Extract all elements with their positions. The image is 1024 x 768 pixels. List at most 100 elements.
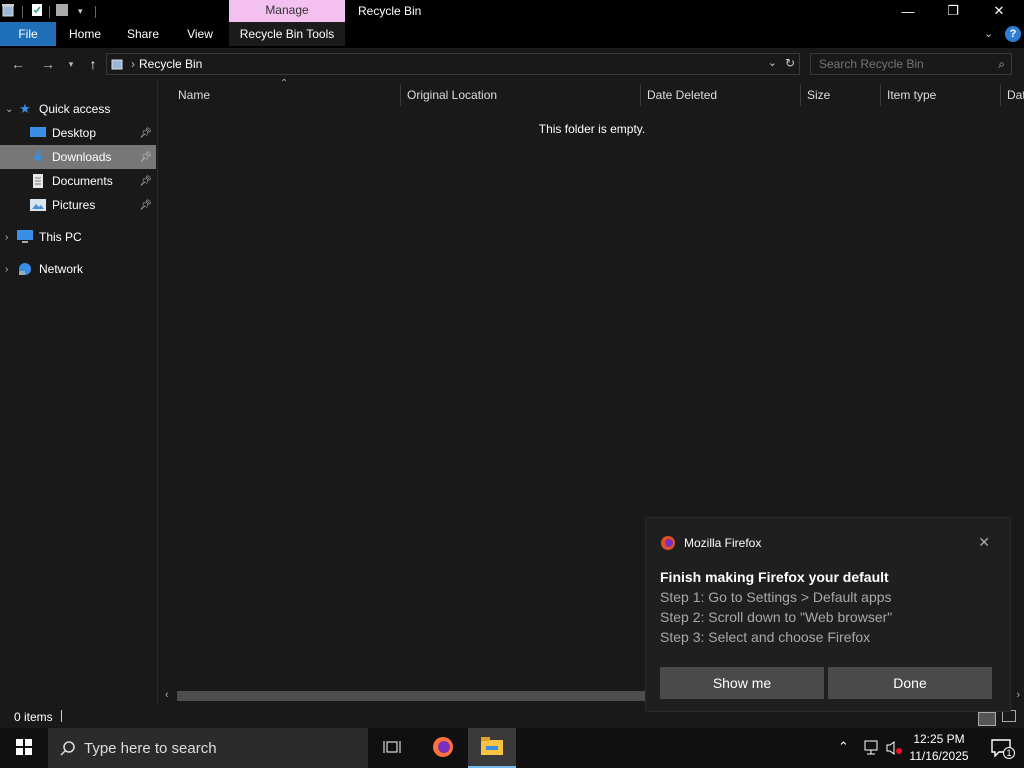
tab-recycle-bin-tools[interactable]: Recycle Bin Tools: [229, 22, 345, 46]
done-button[interactable]: Done: [828, 667, 992, 699]
nav-this-pc[interactable]: › This PC: [0, 225, 156, 249]
restore-icon: ❐: [947, 3, 959, 18]
navigation-pane: ⌄ ★ Quick access Desktop 📌︎ Downloads 📌︎…: [0, 80, 157, 704]
tab-manage[interactable]: Manage: [229, 0, 345, 22]
expand-ribbon-button[interactable]: ⌄: [984, 27, 993, 40]
nav-quick-access[interactable]: ⌄ ★ Quick access: [0, 97, 156, 121]
column-header-original-location[interactable]: Original Location: [407, 80, 639, 108]
up-button[interactable]: ↑: [83, 54, 103, 74]
customize-toolbar-icon[interactable]: ▾: [78, 6, 83, 17]
notification-step-3: Step 3: Select and choose Firefox: [660, 629, 871, 645]
clock-date: 11/16/2025: [909, 749, 969, 763]
desktop-icon: [30, 126, 46, 140]
chevron-down-icon: ▾: [68, 58, 74, 69]
clock-time: 12:25 PM: [913, 732, 965, 746]
action-center-button[interactable]: 1: [978, 728, 1024, 768]
notification-count-badge: 1: [1003, 747, 1015, 759]
firefox-icon: [660, 535, 676, 554]
tab-view[interactable]: View: [178, 22, 222, 46]
tab-file[interactable]: File: [0, 22, 56, 46]
forward-button[interactable]: →: [38, 54, 58, 74]
taskbar-firefox-button[interactable]: [422, 728, 464, 768]
address-toolbar: ← → ▾ ↑ › Recycle Bin ⌄ ↻ ⌕: [0, 48, 1024, 80]
pin-icon: 📌︎: [139, 175, 152, 187]
scroll-right-icon[interactable]: ›: [1016, 689, 1020, 701]
show-hidden-icons-icon[interactable]: ⌃: [838, 739, 849, 755]
column-header-date-deleted[interactable]: Date Deleted: [647, 80, 799, 108]
notification-close-button[interactable]: ✕: [978, 534, 990, 551]
search-icon: [60, 740, 76, 756]
taskbar: Type here to search ⌃ 12:25 PM 11/16/202…: [0, 728, 1024, 768]
column-header-size[interactable]: Size: [807, 80, 879, 108]
address-dropdown-icon[interactable]: ⌄: [768, 56, 777, 69]
notification-step-1: Step 1: Go to Settings > Default apps: [660, 589, 892, 605]
search-input[interactable]: [811, 54, 981, 74]
start-button[interactable]: [0, 728, 48, 768]
breadcrumb-recycle-bin[interactable]: Recycle Bin: [139, 57, 202, 71]
chevron-right-icon[interactable]: ›: [5, 232, 17, 243]
recent-locations-button[interactable]: ▾: [64, 54, 78, 74]
column-header-date[interactable]: Dat: [1007, 80, 1024, 108]
network-icon: [17, 262, 33, 276]
network-status-icon[interactable]: [862, 740, 880, 759]
close-button[interactable]: ✕: [976, 0, 1022, 22]
ribbon-tabs: File Home Share View Recycle Bin Tools ⌄…: [0, 22, 1024, 46]
taskbar-file-explorer-button[interactable]: [468, 728, 516, 768]
help-icon: ?: [1009, 28, 1017, 40]
tab-share[interactable]: Share: [120, 22, 166, 46]
details-view-icon[interactable]: [978, 712, 996, 726]
properties-icon[interactable]: [31, 3, 43, 20]
downloads-icon: [30, 150, 46, 164]
search-icon: ⌕: [998, 57, 1005, 71]
windows-icon: [16, 738, 32, 758]
new-folder-icon[interactable]: [56, 3, 68, 20]
nav-item-label: Desktop: [52, 126, 97, 140]
close-icon: ✕: [978, 534, 990, 550]
column-header-item-type[interactable]: Item type: [887, 80, 999, 108]
search-box[interactable]: ⌕: [810, 53, 1012, 75]
pictures-icon: [30, 198, 46, 212]
scrollbar-thumb[interactable]: [177, 691, 657, 701]
column-header-name[interactable]: Name: [178, 80, 398, 108]
restore-button[interactable]: ❐: [930, 0, 976, 22]
chevron-right-icon[interactable]: ›: [5, 264, 17, 275]
address-bar[interactable]: › Recycle Bin ⌄ ↻: [106, 53, 800, 75]
tab-home[interactable]: Home: [62, 22, 108, 46]
nav-item-label: Pictures: [52, 198, 96, 212]
empty-folder-message: This folder is empty.: [538, 122, 646, 136]
taskbar-clock[interactable]: 12:25 PM 11/16/2025: [906, 731, 972, 765]
notification-icon: 1: [991, 739, 1015, 759]
show-me-button[interactable]: Show me: [660, 667, 824, 699]
nav-quick-access-label: Quick access: [39, 102, 111, 116]
documents-icon: [30, 174, 46, 188]
task-view-button[interactable]: [374, 728, 410, 768]
minimize-icon: —: [901, 3, 915, 19]
nav-this-pc-label: This PC: [39, 230, 82, 244]
volume-muted-icon[interactable]: [886, 740, 904, 759]
chevron-down-icon: ⌄: [984, 28, 994, 40]
nav-network[interactable]: › Network: [0, 257, 156, 281]
help-button[interactable]: ?: [1005, 26, 1021, 42]
window-title: Recycle Bin: [358, 4, 422, 18]
minimize-button[interactable]: —: [885, 0, 931, 22]
nav-item-documents[interactable]: Documents 📌︎: [0, 169, 156, 193]
back-button[interactable]: ←: [8, 54, 28, 74]
nav-item-downloads[interactable]: Downloads 📌︎: [0, 145, 156, 169]
notification-headline: Finish making Firefox your default: [660, 569, 889, 585]
nav-item-pictures[interactable]: Pictures 📌︎: [0, 193, 156, 217]
close-icon: ✕: [993, 3, 1005, 18]
firefox-icon: [432, 736, 454, 761]
scroll-left-icon[interactable]: ‹: [165, 689, 169, 701]
nav-item-desktop[interactable]: Desktop 📌︎: [0, 121, 156, 145]
taskbar-search-box[interactable]: Type here to search: [48, 728, 368, 768]
notification-step-2: Step 2: Scroll down to "Web browser": [660, 609, 893, 625]
this-pc-icon: [17, 230, 33, 244]
breadcrumb-separator-icon: ›: [131, 57, 135, 71]
nav-item-label: Documents: [52, 174, 113, 188]
recycle-bin-icon: [2, 3, 14, 20]
chevron-down-icon[interactable]: ⌄: [5, 104, 17, 115]
arrow-right-icon: →: [41, 56, 55, 72]
notification-app-name: Mozilla Firefox: [684, 536, 762, 550]
refresh-icon[interactable]: ↻: [785, 56, 795, 70]
taskbar-search-placeholder: Type here to search: [84, 739, 217, 757]
